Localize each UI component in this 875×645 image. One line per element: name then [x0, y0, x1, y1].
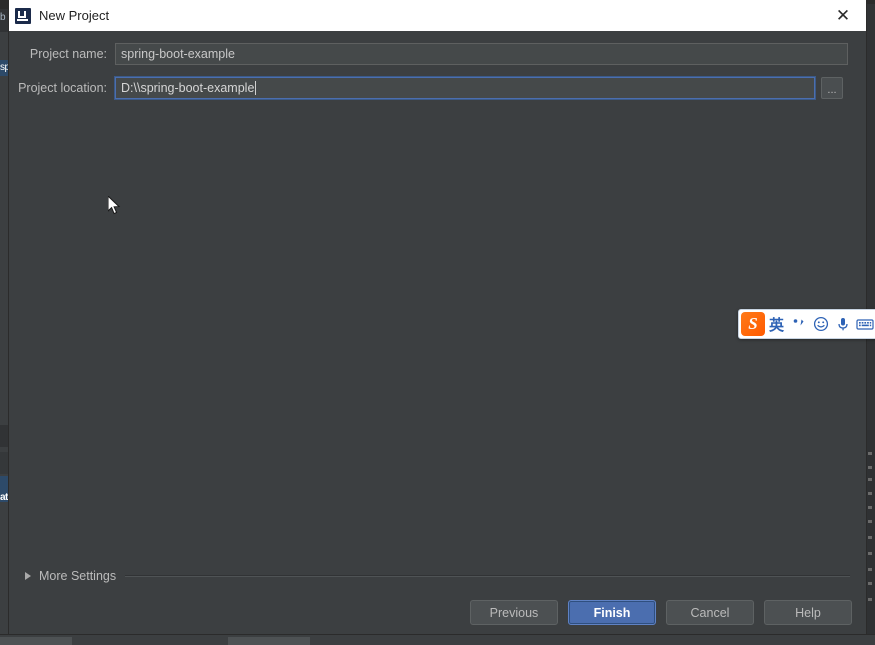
dialog-body: Project name: spring-boot-example Projec… [9, 31, 875, 634]
ide-sliver-label-0: b [0, 12, 6, 23]
help-button[interactable]: Help [764, 600, 852, 625]
dialog-title: New Project [39, 8, 110, 23]
project-name-row: Project name: spring-boot-example [9, 43, 866, 65]
editor-marker[interactable] [868, 552, 872, 555]
ide-sliver-label-2: at [0, 492, 8, 503]
ide-panel-a [0, 425, 9, 447]
project-name-input[interactable]: spring-boot-example [115, 43, 848, 65]
ide-bottom-edge [0, 634, 875, 645]
section-divider [125, 575, 850, 577]
finish-button[interactable]: Finish [568, 600, 656, 625]
ide-panel-b [0, 452, 9, 474]
ide-right-top [866, 0, 875, 4]
editor-marker[interactable] [868, 568, 872, 571]
chevron-right-icon [25, 572, 31, 580]
editor-marker[interactable] [868, 452, 872, 455]
editor-marker[interactable] [868, 536, 872, 539]
ime-language-mode[interactable]: 英 [765, 312, 788, 336]
editor-marker[interactable] [868, 582, 872, 585]
project-location-input[interactable]: D:\\spring-boot-example [115, 77, 815, 99]
ime-keyboard-icon[interactable] [854, 312, 875, 336]
taskbar-item[interactable] [82, 637, 174, 645]
editor-marker[interactable] [868, 478, 872, 481]
browse-folder-button[interactable]: ... [821, 77, 843, 99]
project-location-row: Project location: D:\\spring-boot-exampl… [9, 77, 866, 99]
text-caret [255, 81, 257, 95]
taskbar-item[interactable] [0, 637, 72, 645]
ime-microphone-icon[interactable] [832, 312, 854, 336]
new-project-dialog: New Project ✕ Project name: spring-boot-… [9, 0, 875, 634]
screen: b sp at New Project ✕ Project name: spri… [0, 0, 875, 645]
more-settings-label: More Settings [39, 569, 117, 583]
sogou-ime-toolbar[interactable]: S 英 [738, 309, 875, 339]
ide-sliver-label-1: sp [0, 62, 9, 73]
project-name-label: Project name: [29, 47, 107, 61]
more-settings-toggle[interactable]: More Settings [25, 569, 850, 583]
previous-button[interactable]: Previous [470, 600, 558, 625]
dialog-button-bar: Previous Finish Cancel Help [470, 600, 852, 625]
editor-marker[interactable] [868, 598, 872, 601]
project-name-value: spring-boot-example [121, 47, 235, 61]
dialog-titlebar[interactable]: New Project ✕ [9, 0, 866, 31]
project-location-label: Project location: [18, 81, 107, 95]
cancel-button[interactable]: Cancel [666, 600, 754, 625]
close-icon[interactable]: ✕ [820, 0, 866, 31]
editor-marker[interactable] [868, 506, 872, 509]
ime-emoji-icon[interactable] [810, 312, 832, 336]
ide-left-edge: b sp at [0, 0, 9, 645]
editor-marker[interactable] [868, 466, 872, 469]
editor-marker[interactable] [868, 520, 872, 523]
sogou-logo-icon[interactable]: S [741, 312, 765, 336]
intellij-idea-icon [15, 7, 31, 24]
editor-marker[interactable] [868, 492, 872, 495]
project-location-value: D:\\spring-boot-example [121, 81, 255, 95]
ide-left-top-corner [0, 0, 9, 9]
ide-editor-gutter[interactable] [866, 430, 875, 635]
ime-punctuation-toggle[interactable] [788, 312, 810, 336]
taskbar-item[interactable] [228, 637, 310, 645]
mouse-cursor-icon [107, 194, 122, 216]
